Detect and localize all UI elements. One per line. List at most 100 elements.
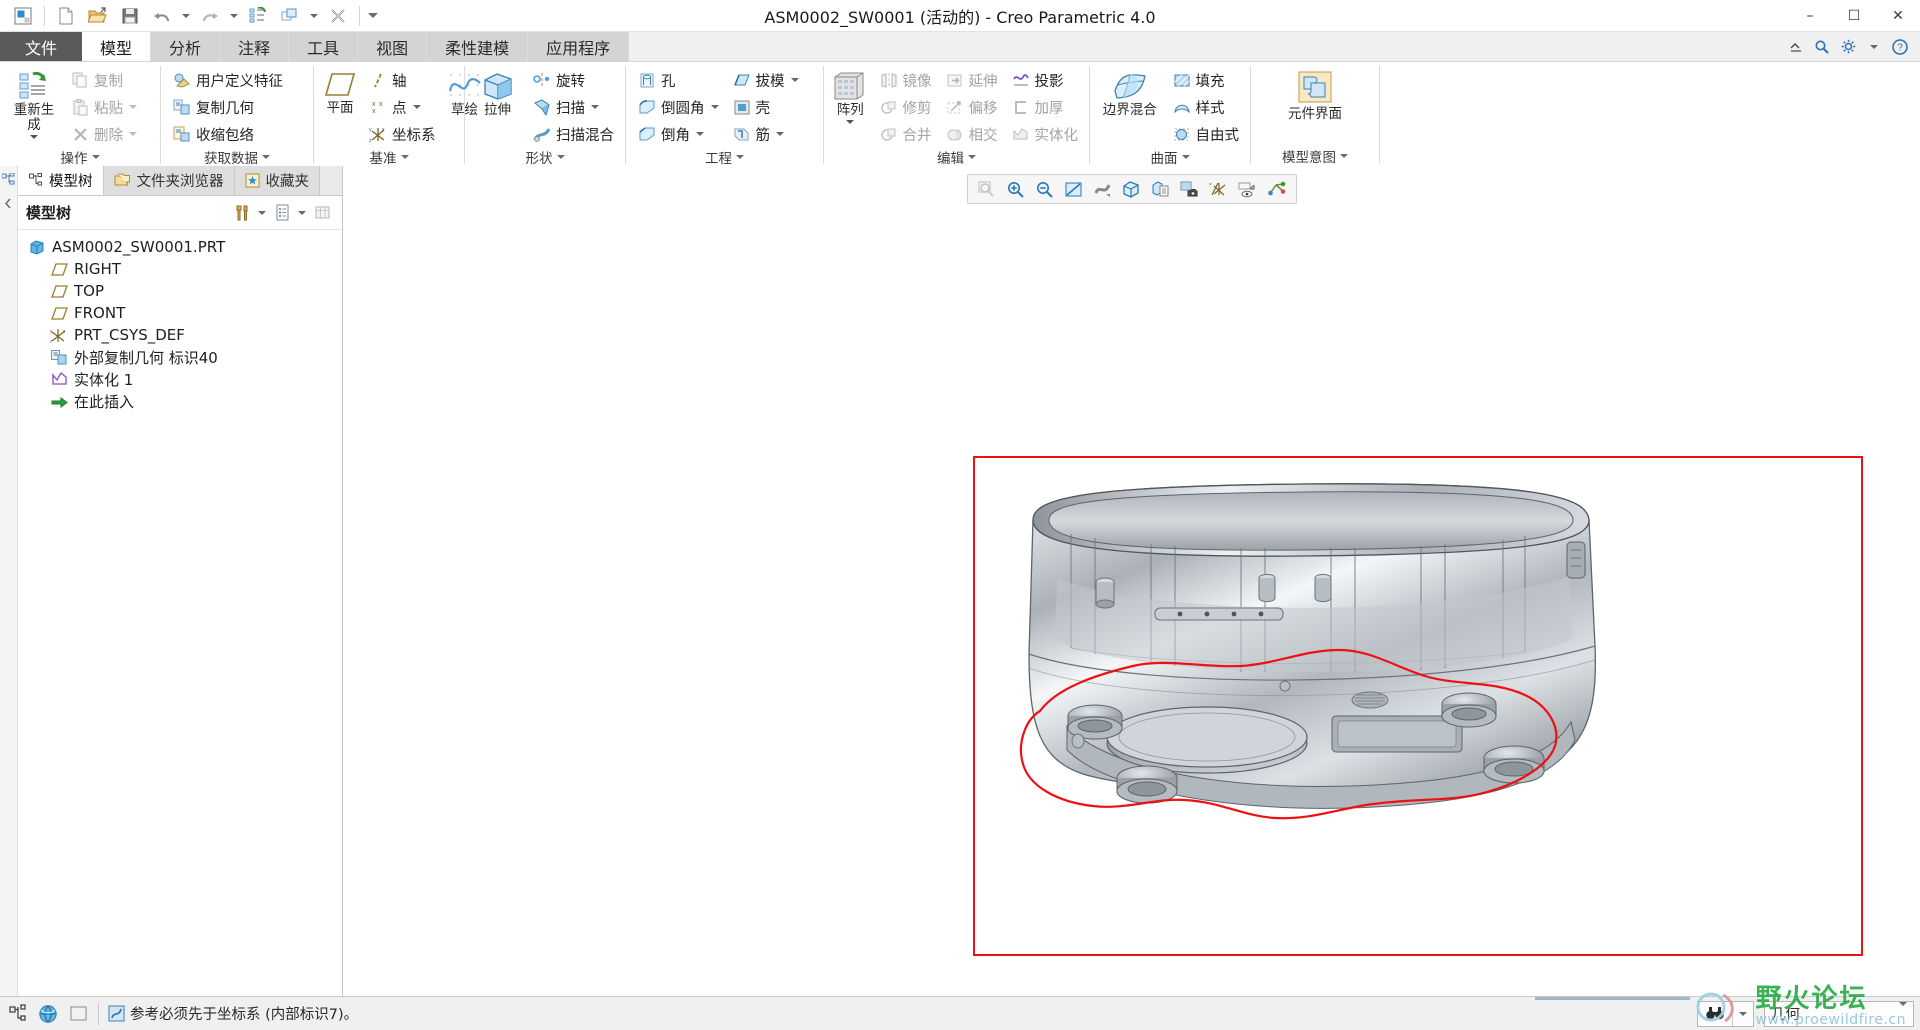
tab-tools[interactable]: 工具 [289,32,359,61]
view-manager-icon[interactable] [1148,177,1174,201]
tree-filter-dropdown-icon[interactable] [256,201,268,225]
tree-row-top[interactable]: TOP [18,280,342,302]
collapse-ribbon-icon[interactable] [1784,35,1808,59]
ribbon-group-label-get-data[interactable]: 获取数据 [161,147,313,167]
rib-dropdown-icon[interactable] [776,132,784,136]
ribbon-group-label-surfaces[interactable]: 曲面 [1090,147,1250,167]
help-icon[interactable]: ? [1888,35,1912,59]
redo-dropdown-icon[interactable] [227,3,241,29]
operations-expand-icon[interactable] [91,155,100,159]
paste-button[interactable]: 粘贴 [65,94,142,120]
find-dropdown-icon[interactable] [1733,1011,1753,1016]
freestyle-button[interactable]: 自由式 [1167,121,1245,147]
tab-model-tree[interactable]: 模型树 [18,166,104,195]
extend-button[interactable]: 延伸 [940,67,1003,93]
draft-button[interactable]: 拔模 [727,67,804,93]
get-data-expand-icon[interactable] [262,155,270,159]
shrinkwrap-button[interactable]: 收缩包络 [167,121,288,147]
open-file-icon[interactable] [83,3,113,29]
ribbon-group-label-shapes[interactable]: 形状 [465,147,625,167]
offset-button[interactable]: 偏移 [940,94,1003,120]
csys-button[interactable]: yz x 坐标系 [363,121,441,147]
delete-button[interactable]: 删除 [65,121,142,147]
merge-button[interactable]: 合并 [874,121,937,147]
model-tree-toggle-icon[interactable] [6,1002,30,1026]
gear-icon[interactable] [1836,35,1860,59]
tab-analysis[interactable]: 分析 [151,32,221,61]
pattern-dropdown-icon[interactable] [846,120,855,124]
fill-button[interactable]: 填充 [1167,67,1245,93]
find-button[interactable] [1697,1000,1754,1027]
surfaces-expand-icon[interactable] [1181,155,1190,159]
axis-button[interactable]: 轴 [363,67,441,93]
tab-file[interactable]: 文件 [0,32,82,61]
thicken-button[interactable]: 加厚 [1006,94,1084,120]
tree-filter-icon[interactable] [230,201,254,225]
qat-overflow-icon[interactable] [366,3,380,29]
tab-favorites[interactable]: 收藏夹 [234,166,320,195]
redo-icon[interactable] [195,3,225,29]
style-button[interactable]: 样式 [1167,94,1245,120]
sweep-dropdown-icon[interactable] [591,105,599,109]
chamfer-button[interactable]: 倒角 [632,121,724,147]
window-switch-icon[interactable] [275,3,305,29]
app-menu-icon[interactable] [8,3,38,29]
zoom-out-icon[interactable] [1032,177,1058,201]
tree-row-front[interactable]: FRONT [18,302,342,324]
tab-flexible-modeling[interactable]: 柔性建模 [427,32,529,61]
ribbon-group-label-model-intent[interactable]: 模型意图 [1251,146,1379,166]
tree-row-right[interactable]: RIGHT [18,258,342,280]
model-selection-box[interactable] [973,456,1863,956]
editing-expand-icon[interactable] [968,155,976,159]
tree-columns-icon[interactable] [310,201,334,225]
chamfer-dropdown-icon[interactable] [696,132,704,136]
engineering-expand-icon[interactable] [736,155,744,159]
scene-camera-icon[interactable] [1177,177,1203,201]
intersect-button[interactable]: 相交 [940,121,1003,147]
extrude-button[interactable]: 拉伸 [471,67,524,121]
undo-dropdown-icon[interactable] [179,3,193,29]
tree-row-external-copy-geom[interactable]: 外部复制几何 标识40 [18,346,342,368]
regenerate-button[interactable]: 重新生成 [6,67,62,142]
undo-icon[interactable] [147,3,177,29]
ribbon-group-label-datum[interactable]: 基准 [314,147,464,167]
saved-orientations-icon[interactable] [1119,177,1145,201]
save-icon[interactable] [115,3,145,29]
draft-dropdown-icon[interactable] [790,78,799,82]
graphics-viewport[interactable]: × [343,166,1920,996]
tab-applications[interactable]: 应用程序 [528,32,630,61]
minimize-button[interactable]: – [1788,0,1832,32]
round-dropdown-icon[interactable] [710,105,719,109]
tree-settings-dropdown-icon[interactable] [296,201,308,225]
tree-row-insert-here[interactable]: 在此插入 [18,390,342,412]
maximize-button[interactable]: ☐ [1832,0,1876,32]
refit-icon[interactable] [974,177,1000,201]
tab-folder-browser[interactable]: 文件夹浏览器 [103,166,235,195]
point-dropdown-icon[interactable] [412,105,421,109]
delete-dropdown-icon[interactable] [129,132,137,136]
pattern-button[interactable]: 阵列 [830,67,871,127]
navigator-tree-icon[interactable] [2,172,16,186]
component-interface-button[interactable]: 元件界面 [1273,67,1357,125]
display-style-icon[interactable] [1090,177,1116,201]
close-button[interactable]: ✕ [1876,0,1920,32]
annotation-display-icon[interactable] [1235,177,1261,201]
selection-filter-select[interactable]: 几何 [1764,1000,1914,1027]
shapes-expand-icon[interactable] [556,155,565,159]
solidify-button[interactable]: 实体化 [1006,121,1084,147]
regenerate-icon[interactable] [243,3,273,29]
settings-dropdown-icon[interactable] [1862,35,1886,59]
round-button[interactable]: 倒圆角 [632,94,724,120]
plane-button[interactable]: 平面 [320,67,360,119]
revolve-button[interactable]: 旋转 [527,67,619,93]
regenerate-dropdown-icon[interactable] [30,135,38,139]
tree-settings-icon[interactable] [270,201,294,225]
window-dropdown-icon[interactable] [307,3,321,29]
tab-annotate[interactable]: 注释 [220,32,290,61]
copy-button[interactable]: 复制 [65,67,142,93]
boundary-blend-button[interactable]: 边界混合 [1096,67,1164,121]
datum-display-icon[interactable]: × [1206,177,1232,201]
copy-geometry-button[interactable]: 复制几何 [167,94,288,120]
tree-row-csys[interactable]: yzx PRT_CSYS_DEF [18,324,342,346]
tab-model[interactable]: 模型 [82,32,152,61]
